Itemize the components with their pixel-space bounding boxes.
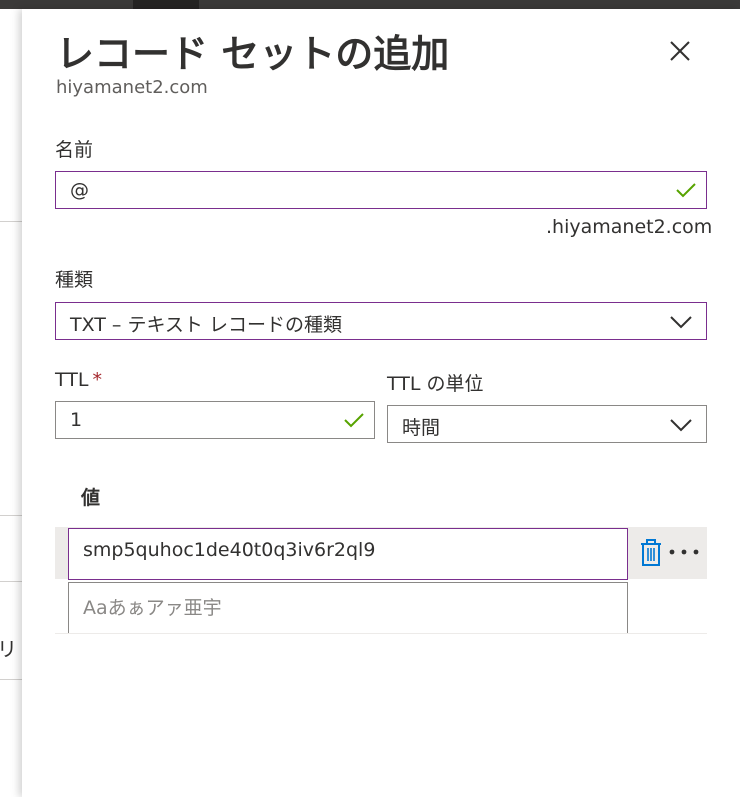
value-row-divider — [55, 633, 707, 634]
type-dropdown-value: TXT – テキスト レコードの種類 — [70, 314, 342, 336]
top-nav-bar — [0, 0, 740, 9]
close-button[interactable] — [662, 33, 698, 69]
ttl-input-value: 1 — [70, 409, 83, 431]
ttl-label: TTL * — [55, 369, 102, 391]
name-input-value: @ — [70, 179, 89, 201]
more-icon — [669, 549, 699, 555]
txt-value-input[interactable]: smp5quhoc1de40t0q3iv6r2ql9 — [68, 528, 628, 580]
panel-title: レコード セットの追加 — [56, 32, 450, 76]
ttl-unit-value: 時間 — [402, 417, 441, 439]
background-divider — [0, 679, 22, 680]
required-indicator: * — [92, 369, 102, 391]
new-txt-value-input[interactable]: Aaあぁアァ亜宇 — [68, 582, 628, 634]
more-options-button[interactable] — [668, 540, 702, 564]
add-record-set-panel: レコード セットの追加 hiyamanet2.com 名前 @ .hiyaman… — [22, 9, 740, 797]
name-input[interactable]: @ — [55, 171, 707, 209]
background-partial-text: リソ — [0, 637, 19, 661]
ttl-input[interactable]: 1 — [55, 401, 375, 439]
checkmark-icon — [676, 183, 696, 198]
ttl-unit-dropdown[interactable]: 時間 — [387, 405, 707, 443]
ttl-label-text: TTL — [55, 369, 89, 391]
domain-suffix: .hiyamanet2.com — [546, 216, 713, 238]
values-column-header: 値 — [81, 487, 101, 509]
background-divider — [0, 581, 22, 582]
ttl-unit-label: TTL の単位 — [387, 373, 484, 395]
type-label: 種類 — [55, 269, 94, 291]
background-divider — [0, 221, 22, 222]
checkmark-icon — [344, 413, 364, 428]
name-label: 名前 — [55, 139, 94, 161]
txt-value-text: smp5quhoc1de40t0q3iv6r2ql9 — [83, 539, 376, 561]
type-dropdown[interactable]: TXT – テキスト レコードの種類 — [55, 302, 707, 340]
close-icon — [670, 41, 690, 61]
background-divider — [0, 515, 22, 516]
chevron-down-icon — [670, 316, 692, 329]
panel-subtitle: hiyamanet2.com — [56, 77, 208, 98]
top-nav-active-tab[interactable] — [133, 0, 199, 9]
new-txt-value-placeholder: Aaあぁアァ亜宇 — [83, 597, 222, 619]
trash-icon[interactable] — [639, 539, 663, 567]
chevron-down-icon — [670, 419, 692, 432]
background-page — [0, 9, 22, 797]
